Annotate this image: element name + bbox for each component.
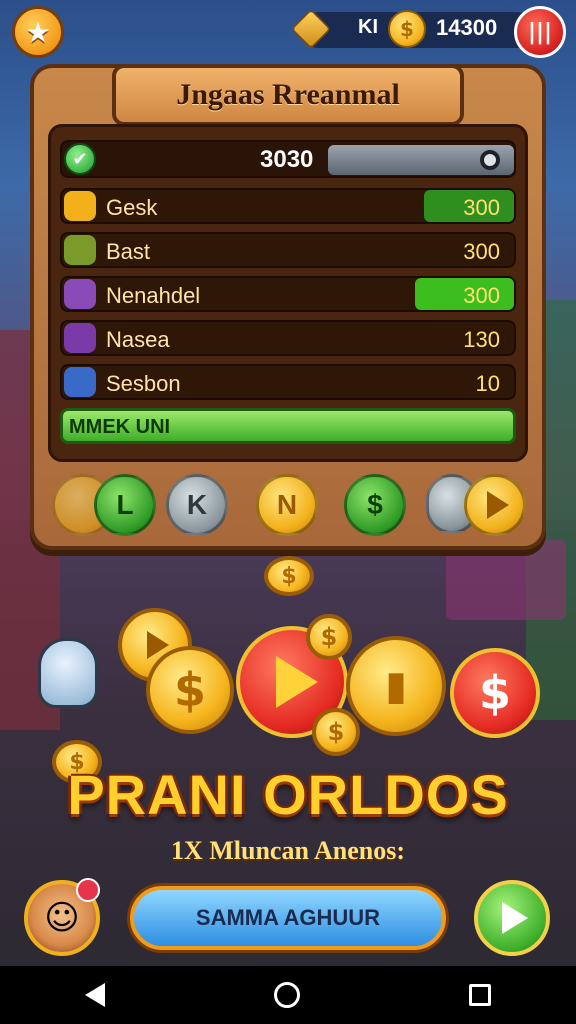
- promo-title: PRANI ORLDOS: [67, 763, 509, 826]
- badge-l[interactable]: L: [94, 474, 156, 536]
- coin-icon: $: [306, 614, 352, 660]
- coin-count: 14300: [436, 15, 498, 40]
- check-icon: ✔: [64, 143, 96, 175]
- start-button[interactable]: SAMMA AGHUUR: [130, 886, 446, 950]
- gem-label: KI: [358, 16, 378, 38]
- recents-icon[interactable]: [469, 984, 492, 1006]
- progress-label: MMEK UNI: [69, 416, 171, 438]
- panel-title: Jngaas Rreanmal: [176, 78, 400, 111]
- coin-icon: $: [388, 10, 426, 48]
- stat-row[interactable]: Gesk 300: [60, 188, 516, 224]
- dollar-coin-icon: $: [146, 646, 234, 734]
- coin-icon: $: [312, 708, 360, 756]
- star-button[interactable]: ★: [12, 6, 64, 58]
- star-icon: ★: [25, 15, 51, 49]
- stat-name: Bast: [106, 239, 151, 264]
- shield-icon: [64, 367, 96, 397]
- coin-icon: [64, 191, 96, 221]
- stat-row[interactable]: Nenahdel 300: [60, 276, 516, 312]
- stat-row[interactable]: Sesbon 10: [60, 364, 516, 400]
- notification-dot: [76, 878, 100, 902]
- sword-icon: [64, 323, 96, 353]
- stat-value: 300: [463, 195, 500, 220]
- play-icon: [502, 902, 528, 934]
- system-navbar: [0, 966, 576, 1024]
- stat-value: 10: [475, 371, 500, 396]
- background-sign: [446, 540, 566, 620]
- stat-value: 130: [463, 327, 500, 352]
- card-coin-icon: ▮: [346, 636, 446, 736]
- zombie-icon: [64, 235, 96, 265]
- progress-bar[interactable]: MMEK UNI: [60, 408, 516, 444]
- face-icon: ☺: [44, 898, 80, 938]
- slider-knob[interactable]: [480, 150, 500, 170]
- stat-name: Nenahdel: [106, 283, 201, 308]
- menu-button[interactable]: |||: [514, 6, 566, 58]
- score-slider[interactable]: [328, 145, 514, 175]
- badge-n[interactable]: N: [256, 474, 318, 536]
- stat-name: Sesbon: [106, 371, 181, 396]
- stat-name: Gesk: [106, 195, 158, 220]
- stat-value: 300: [463, 283, 500, 308]
- stat-name: Nasea: [106, 327, 170, 352]
- bars-icon: |||: [527, 19, 553, 45]
- monster-icon: [64, 279, 96, 309]
- home-icon[interactable]: [273, 982, 300, 1008]
- score-row: ✔ 3030: [60, 140, 516, 178]
- skull-icon: [38, 638, 98, 708]
- panel-title-plate: Jngaas Rreanmal: [112, 64, 464, 126]
- score-value: 3030: [260, 146, 314, 173]
- badge-dollar[interactable]: $: [344, 474, 406, 536]
- stat-row[interactable]: Bast 300: [60, 232, 516, 268]
- promo-subtitle: 1X Mluncan Anenos:: [170, 836, 406, 865]
- dollar-coin-icon: $: [450, 648, 540, 738]
- stat-value: 300: [463, 239, 500, 264]
- badge-k[interactable]: K: [166, 474, 228, 536]
- back-icon[interactable]: [84, 983, 105, 1007]
- badge-play[interactable]: [464, 474, 526, 536]
- play-button[interactable]: [474, 880, 550, 956]
- coin-icon: $: [264, 556, 314, 596]
- stat-row[interactable]: Nasea 130: [60, 320, 516, 356]
